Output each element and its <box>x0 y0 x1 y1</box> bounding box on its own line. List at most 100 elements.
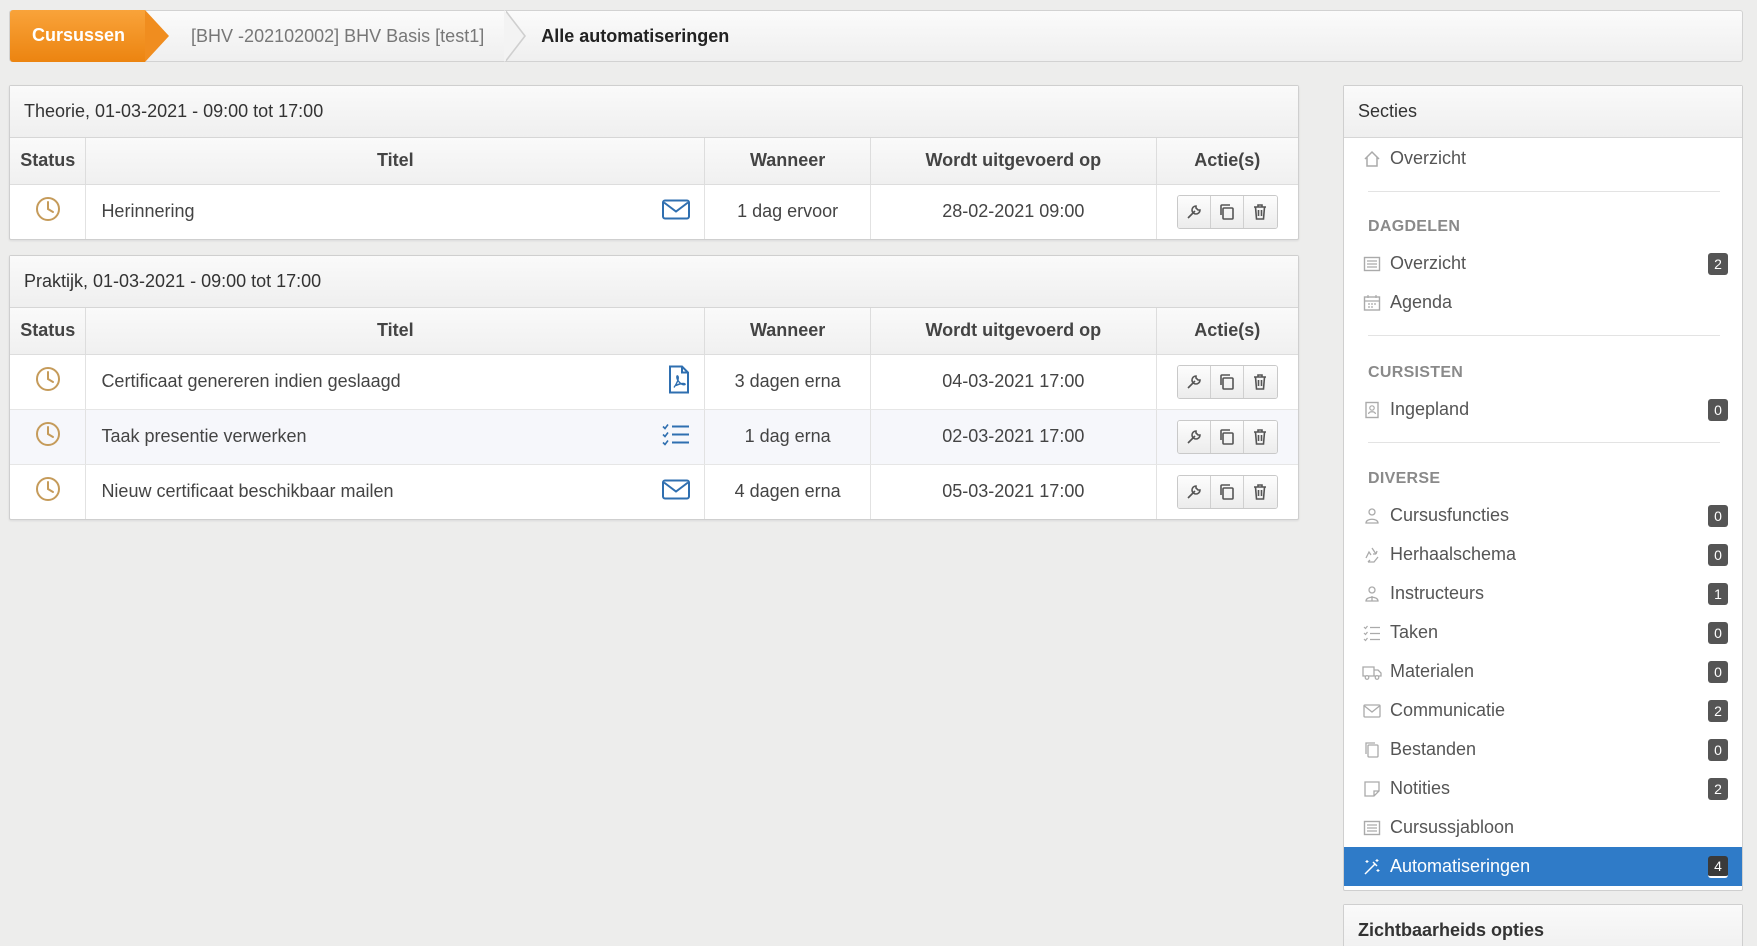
count-badge: 2 <box>1708 253 1728 275</box>
row-uitgevoerd: 02-03-2021 17:00 <box>870 409 1157 465</box>
sidebar-item-ingepland[interactable]: Ingepland 0 <box>1344 390 1742 429</box>
row-actions <box>1176 474 1278 509</box>
sidebar-item-herhaalschema[interactable]: Herhaalschema 0 <box>1344 535 1742 574</box>
sidebar-item-materialen[interactable]: Materialen 0 <box>1344 652 1742 691</box>
recycle-icon <box>1362 545 1382 565</box>
sidebar-item-taken[interactable]: Taken 0 <box>1344 613 1742 652</box>
sections-sidebar: Secties Overzicht DAGDELEN Overzicht 2 A… <box>1343 85 1743 891</box>
breadcrumb-current-label: Alle automatiseringen <box>541 25 730 46</box>
sidebar-item-communicatie[interactable]: Communicatie 2 <box>1344 691 1742 730</box>
count-badge: 0 <box>1708 505 1728 527</box>
col-acties: Actie(s) <box>1156 138 1298 185</box>
sidebar-item-label: Communicatie <box>1390 700 1506 720</box>
col-wanneer[interactable]: Wanneer <box>704 138 872 185</box>
count-badge: 0 <box>1708 544 1728 566</box>
automation-table: Status Titel Wanneer Wordt uitgevoerd op… <box>10 138 1298 239</box>
col-uitgevoerd[interactable]: Wordt uitgevoerd op <box>870 308 1157 355</box>
row-uitgevoerd: 04-03-2021 17:00 <box>870 354 1157 410</box>
copy-icon[interactable] <box>1210 195 1244 228</box>
group-dagdelen: DAGDELEN <box>1368 218 1461 235</box>
wrench-icon[interactable] <box>1177 420 1211 453</box>
pdf-icon <box>668 365 690 398</box>
copy-icon[interactable] <box>1210 420 1244 453</box>
col-acties: Actie(s) <box>1156 308 1298 355</box>
trash-icon[interactable] <box>1243 365 1277 398</box>
copy-icon[interactable] <box>1210 475 1244 508</box>
files-icon <box>1362 740 1382 760</box>
wrench-icon[interactable] <box>1177 365 1211 398</box>
row-wanneer: 1 dag ervoor <box>704 184 872 239</box>
sidebar-item-cursusfuncties[interactable]: Cursusfuncties 0 <box>1344 496 1742 535</box>
clock-icon <box>35 366 61 397</box>
sidebar-item-label: Ingepland <box>1390 399 1470 419</box>
panel-title: Theorie, 01-03-2021 - 09:00 tot 17:00 <box>10 86 1298 138</box>
group-diverse: DIVERSE <box>1368 470 1441 487</box>
count-badge: 2 <box>1708 700 1728 722</box>
panel-theorie: Theorie, 01-03-2021 - 09:00 tot 17:00 St… <box>9 85 1299 240</box>
tasklist-icon <box>1362 623 1382 643</box>
count-badge: 1 <box>1708 583 1728 605</box>
row-title[interactable]: Herinnering <box>101 201 194 221</box>
row-uitgevoerd: 28-02-2021 09:00 <box>870 184 1157 239</box>
envelope-icon <box>662 199 691 224</box>
col-uitgevoerd[interactable]: Wordt uitgevoerd op <box>870 138 1157 185</box>
wrench-icon[interactable] <box>1177 475 1211 508</box>
breadcrumb-course[interactable]: [BHV -202102002] BHV Basis [test1] <box>145 10 527 62</box>
sidebar-item-overzicht-main[interactable]: Overzicht <box>1344 139 1742 178</box>
clock-icon <box>35 196 61 227</box>
col-status[interactable]: Status <box>10 138 87 185</box>
table-row: Herinnering 1 dag ervoor 28-02-2021 09:0… <box>10 184 1298 239</box>
sidebar-item-cursussjabloon[interactable]: Cursussjabloon <box>1344 808 1742 847</box>
count-badge: 0 <box>1708 622 1728 644</box>
count-badge: 0 <box>1708 739 1728 761</box>
divider <box>1368 442 1720 443</box>
col-titel[interactable]: Titel <box>85 138 706 185</box>
sidebar-item-label: Instructeurs <box>1390 583 1485 603</box>
count-badge: 2 <box>1708 778 1728 800</box>
col-wanneer[interactable]: Wanneer <box>704 308 872 355</box>
trash-icon[interactable] <box>1243 420 1277 453</box>
table-row: Taak presentie verwerken 1 dag erna 02-0… <box>10 409 1298 465</box>
truck-icon <box>1362 662 1382 682</box>
sidebar-item-label: Herhaalschema <box>1390 544 1517 564</box>
col-titel[interactable]: Titel <box>85 308 706 355</box>
sidebar-item-label: Cursusfuncties <box>1390 505 1510 525</box>
calendar-icon <box>1362 293 1382 313</box>
group-cursisten: CURSISTEN <box>1368 364 1464 381</box>
sidebar-item-bestanden[interactable]: Bestanden 0 <box>1344 730 1742 769</box>
copy-icon[interactable] <box>1210 365 1244 398</box>
sidebar-item-agenda[interactable]: Agenda <box>1344 283 1742 322</box>
row-wanneer: 4 dagen erna <box>704 464 872 519</box>
row-title[interactable]: Nieuw certificaat beschikbaar mailen <box>101 481 393 501</box>
sidebar-item-label: Agenda <box>1390 292 1453 312</box>
row-wanneer: 1 dag erna <box>704 409 872 465</box>
row-title[interactable]: Taak presentie verwerken <box>101 426 306 446</box>
sidebar-item-notities[interactable]: Notities 2 <box>1344 769 1742 808</box>
id-card-icon <box>1362 400 1382 420</box>
breadcrumb-current: Alle automatiseringen <box>506 10 729 62</box>
trash-icon[interactable] <box>1243 195 1277 228</box>
breadcrumb: Cursussen [BHV -202102002] BHV Basis [te… <box>9 9 1743 62</box>
divider <box>1368 335 1720 336</box>
sidebar-item-label: Bestanden <box>1390 739 1477 759</box>
envelope-icon <box>1362 701 1382 721</box>
trash-icon[interactable] <box>1243 475 1277 508</box>
row-title[interactable]: Certificaat genereren indien geslaagd <box>101 371 400 391</box>
panel-title: Praktijk, 01-03-2021 - 09:00 tot 17:00 <box>10 256 1298 308</box>
breadcrumb-course-label: [BHV -202102002] BHV Basis [test1] <box>191 25 485 46</box>
sidebar-item-label: Cursussjabloon <box>1390 817 1515 837</box>
sidebar-title: Secties <box>1344 86 1742 138</box>
sidebar-item-label: Automatiseringen <box>1390 856 1531 876</box>
breadcrumb-cursussen[interactable]: Cursussen <box>10 9 170 62</box>
sidebar-item-automatiseringen[interactable]: Automatiseringen 4 <box>1344 847 1742 886</box>
sidebar-item-dagdelen-overzicht[interactable]: Overzicht 2 <box>1344 244 1742 283</box>
visibility-title[interactable]: Zichtbaarheids opties <box>1344 905 1742 946</box>
list-icon <box>1362 818 1382 838</box>
list-icon <box>1362 254 1382 274</box>
table-row: Nieuw certificaat beschikbaar mailen 4 d… <box>10 464 1298 519</box>
magic-wand-icon <box>1362 857 1382 877</box>
count-badge: 4 <box>1708 856 1728 878</box>
sidebar-item-instructeurs[interactable]: Instructeurs 1 <box>1344 574 1742 613</box>
wrench-icon[interactable] <box>1177 195 1211 228</box>
col-status[interactable]: Status <box>10 308 87 355</box>
